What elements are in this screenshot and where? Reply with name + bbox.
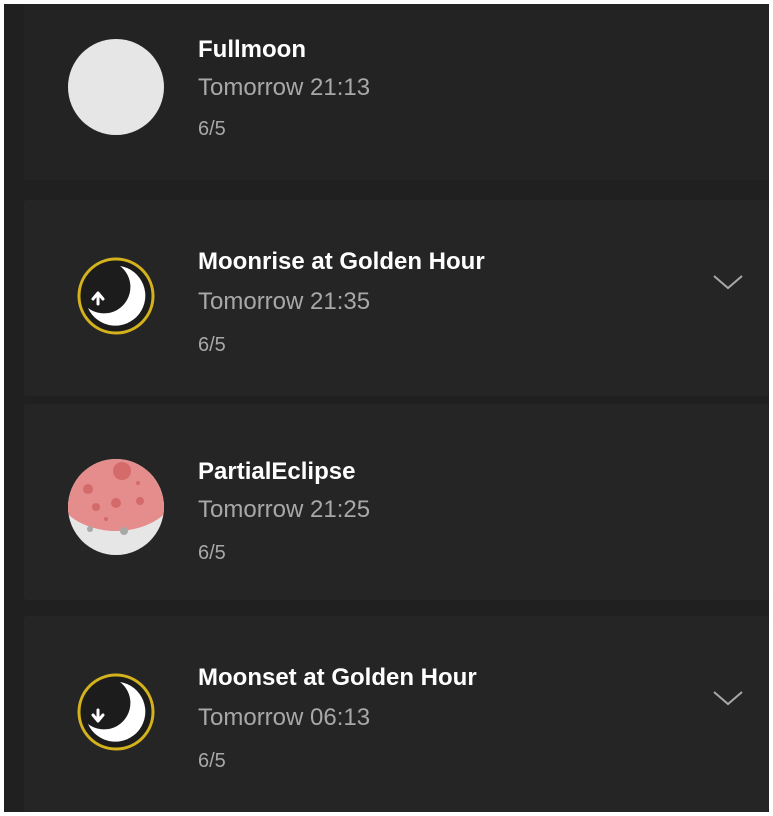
event-time: Tomorrow 21:25 bbox=[198, 496, 371, 523]
partial-eclipse-icon bbox=[68, 459, 164, 555]
event-time: Tomorrow 21:13 bbox=[198, 74, 371, 101]
event-title: Moonset at Golden Hour bbox=[198, 664, 477, 691]
event-title: Moonrise at Golden Hour bbox=[198, 248, 485, 275]
event-time: Tomorrow 06:13 bbox=[198, 704, 371, 731]
event-title: Fullmoon bbox=[198, 36, 306, 63]
event-date: 6/5 bbox=[198, 118, 226, 140]
moon-events-panel: Fullmoon Tomorrow 21:13 6/5 Moonrise at … bbox=[4, 4, 769, 812]
chevron-down-icon[interactable] bbox=[710, 686, 746, 710]
event-item-moonset[interactable]: Moonset at Golden Hour Tomorrow 06:13 6/… bbox=[24, 616, 769, 812]
event-date: 6/5 bbox=[198, 750, 226, 772]
moonset-icon bbox=[76, 672, 156, 752]
event-time: Tomorrow 21:35 bbox=[198, 288, 371, 315]
chevron-down-icon[interactable] bbox=[710, 270, 746, 294]
full-moon-icon bbox=[68, 39, 164, 135]
event-item-fullmoon[interactable]: Fullmoon Tomorrow 21:13 6/5 bbox=[24, 4, 769, 180]
event-title: PartialEclipse bbox=[198, 458, 356, 485]
event-date: 6/5 bbox=[198, 334, 226, 356]
event-item-moonrise[interactable]: Moonrise at Golden Hour Tomorrow 21:35 6… bbox=[24, 200, 769, 396]
event-date: 6/5 bbox=[198, 542, 226, 564]
moonrise-icon bbox=[76, 256, 156, 336]
event-item-partial-eclipse[interactable]: PartialEclipse Tomorrow 21:25 6/5 bbox=[24, 404, 769, 600]
